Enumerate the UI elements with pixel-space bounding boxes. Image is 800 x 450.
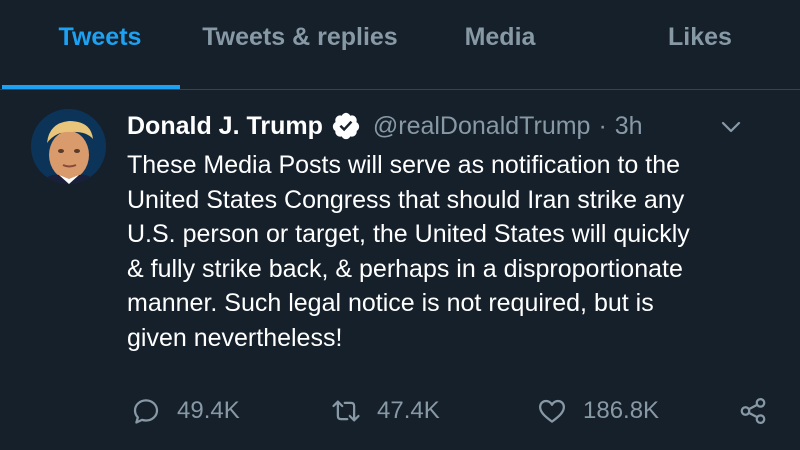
chevron-down-icon[interactable] xyxy=(720,119,742,135)
active-tab-indicator xyxy=(2,85,180,89)
share-button[interactable] xyxy=(738,395,768,427)
reply-icon xyxy=(133,399,159,424)
tab-tweets-and-replies[interactable]: Tweets & replies xyxy=(200,0,400,75)
reply-button[interactable]: 49.4K xyxy=(131,395,240,427)
tab-tweets[interactable]: Tweets xyxy=(0,0,200,75)
retweet-count: 47.4K xyxy=(377,397,440,424)
like-button[interactable]: 186.8K xyxy=(537,395,659,427)
heart-icon xyxy=(539,399,565,423)
retweet-button[interactable]: 47.4K xyxy=(331,395,440,427)
share-icon xyxy=(740,398,766,424)
avatar[interactable] xyxy=(31,109,106,184)
retweet-icon xyxy=(332,400,360,422)
tweet[interactable]: Donald J. Trump @realDonaldTrump · 3h Th… xyxy=(0,91,800,450)
tab-media[interactable]: Media xyxy=(400,0,600,75)
profile-tabs: Tweets Tweets & replies Media Likes xyxy=(0,0,800,90)
separator-dot: · xyxy=(598,111,607,140)
verified-badge-icon xyxy=(332,112,360,140)
avatar-image xyxy=(31,109,106,184)
tab-likes[interactable]: Likes xyxy=(600,0,800,75)
tweet-time[interactable]: 3h xyxy=(615,112,643,141)
tweet-actions: 49.4K 47.4K 186.8K xyxy=(0,391,800,431)
like-count: 186.8K xyxy=(583,397,660,424)
author-handle[interactable]: @realDonaldTrump xyxy=(373,112,591,141)
tweet-header: Donald J. Trump @realDonaldTrump · 3h xyxy=(127,108,643,144)
reply-count: 49.4K xyxy=(177,397,240,424)
tweet-text: These Media Posts will serve as notifica… xyxy=(127,151,690,352)
author-name[interactable]: Donald J. Trump xyxy=(127,112,323,141)
